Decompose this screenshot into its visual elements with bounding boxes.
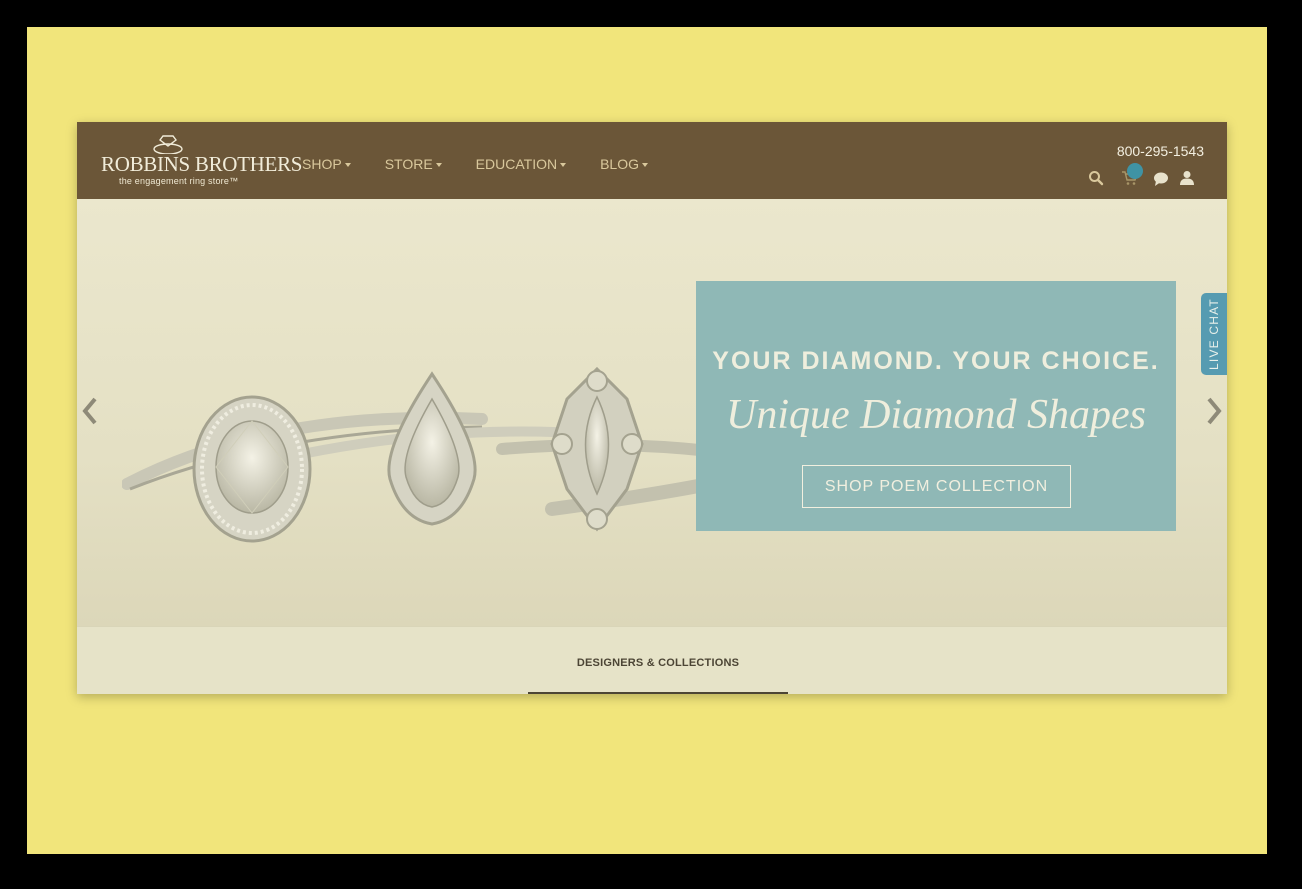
caret-down-icon: [435, 163, 442, 167]
cart-count-badge: [1127, 163, 1143, 179]
main-nav: SHOP STORE EDUCATION BLOG: [302, 156, 682, 172]
promo-panel: YOUR DIAMOND. YOUR CHOICE. Unique Diamon…: [696, 281, 1176, 531]
nav-store-label: STORE: [384, 156, 433, 172]
tab-designers-collections[interactable]: DESIGNERS & COLLECTIONS: [528, 627, 788, 694]
rings-image: [122, 366, 741, 543]
chevron-left-icon: [82, 397, 97, 425]
chat-bubble-icon[interactable]: [1153, 171, 1169, 192]
cart-icon[interactable]: [1121, 163, 1143, 191]
search-icon[interactable]: [1088, 170, 1104, 191]
nav-store[interactable]: STORE: [385, 156, 442, 172]
section-tabs: DESIGNERS & COLLECTIONS: [77, 626, 1227, 694]
phone-number[interactable]: 800-295-1543: [1117, 143, 1204, 159]
nav-education[interactable]: EDUCATION: [475, 156, 567, 172]
logo-brand: ROBBINS BROTHERS: [101, 152, 303, 176]
nav-shop[interactable]: SHOP: [302, 156, 351, 172]
carousel-prev-arrow[interactable]: [81, 396, 99, 431]
active-tab-indicator: [528, 692, 788, 694]
website-viewport: ROBBINS BROTHERS the engagement ring sto…: [77, 122, 1227, 694]
carousel-next-arrow[interactable]: [1205, 396, 1223, 431]
nav-blog[interactable]: BLOG: [600, 156, 648, 172]
utility-icons: [1083, 163, 1203, 192]
chevron-right-icon: [1207, 397, 1222, 425]
logo[interactable]: ROBBINS BROTHERS the engagement ring sto…: [99, 134, 302, 190]
caret-down-icon: [344, 163, 351, 167]
caret-down-icon: [560, 163, 567, 167]
ring-logo-icon: [153, 135, 183, 154]
user-icon[interactable]: [1179, 170, 1195, 191]
live-chat-tab[interactable]: LIVE CHAT: [1201, 293, 1227, 375]
tab-designers-collections-label: DESIGNERS & COLLECTIONS: [576, 657, 740, 669]
shop-poem-collection-button[interactable]: SHOP POEM COLLECTION: [802, 465, 1071, 508]
logo-tagline: the engagement ring store™: [119, 176, 239, 186]
promo-headline: YOUR DIAMOND. YOUR CHOICE.: [712, 347, 1160, 375]
nav-education-label: EDUCATION: [475, 156, 558, 172]
nav-blog-label: BLOG: [600, 156, 639, 172]
caret-down-icon: [642, 163, 648, 167]
live-chat-label: LIVE CHAT: [1207, 298, 1221, 370]
hero-carousel: YOUR DIAMOND. YOUR CHOICE. Unique Diamon…: [77, 199, 1227, 626]
site-header: ROBBINS BROTHERS the engagement ring sto…: [77, 122, 1227, 199]
nav-shop-label: SHOP: [302, 156, 342, 172]
promo-subheadline: Unique Diamond Shapes: [726, 392, 1146, 438]
